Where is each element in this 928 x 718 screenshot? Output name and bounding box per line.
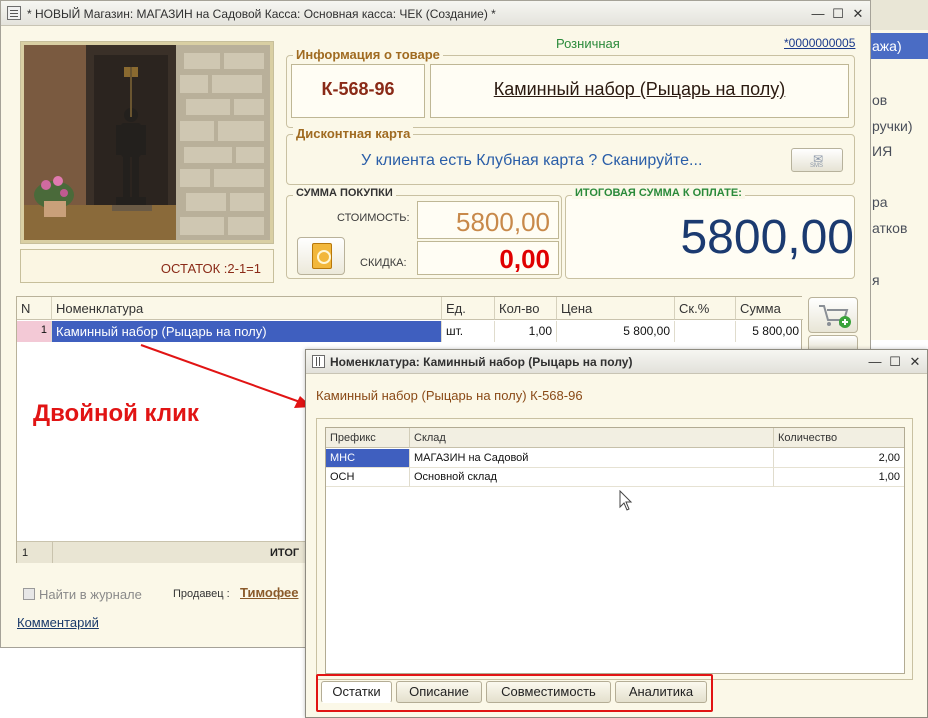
cost-label: СТОИМОСТЬ: bbox=[337, 212, 410, 224]
row-number[interactable]: 1 bbox=[17, 321, 52, 342]
col-header-warehouse[interactable]: Склад bbox=[410, 428, 774, 448]
footer-divider bbox=[52, 542, 53, 563]
background-item[interactable]: ручки) bbox=[872, 118, 913, 134]
discount-card-title: Дисконтная карта bbox=[293, 126, 414, 141]
col-header-price[interactable]: Цена bbox=[557, 297, 675, 320]
col-header-sum[interactable]: Сумма bbox=[736, 297, 803, 320]
row-price[interactable]: 5 800,00 bbox=[557, 321, 675, 342]
minimize-icon[interactable]: — bbox=[866, 353, 884, 370]
title-bar: * НОВЫЙ Магазин: МАГАЗИН на Садовой Касс… bbox=[1, 1, 870, 26]
stock-warehouse[interactable]: Основной склад bbox=[410, 468, 774, 487]
col-header-n[interactable]: N bbox=[17, 297, 52, 320]
knight-photo-image bbox=[24, 45, 270, 240]
close-icon[interactable]: ✕ bbox=[849, 5, 867, 22]
discount-label: СКИДКА: bbox=[360, 257, 407, 269]
cart-secondary-button[interactable] bbox=[808, 335, 858, 349]
seller-name-link[interactable]: Тимофее bbox=[240, 585, 299, 600]
double-click-annotation: Двойной клик bbox=[33, 400, 199, 427]
col-header-qty[interactable]: Кол-во bbox=[495, 297, 557, 320]
price-type: Розничная bbox=[556, 36, 620, 51]
product-info-title: Информация о товаре bbox=[293, 47, 443, 62]
sms-button[interactable]: ✉ SMS bbox=[791, 148, 843, 172]
col-header-unit[interactable]: Ед. bbox=[442, 297, 495, 320]
footer-total-label: ИТОГ bbox=[270, 547, 300, 559]
window-menu-icon[interactable] bbox=[312, 355, 325, 368]
window-title: * НОВЫЙ Магазин: МАГАЗИН на Садовой Касс… bbox=[27, 7, 496, 21]
window-menu-icon[interactable] bbox=[7, 6, 21, 20]
row-sum[interactable]: 5 800,00 bbox=[736, 321, 803, 342]
col-header-prefix[interactable]: Префикс bbox=[326, 428, 410, 448]
add-to-cart-button[interactable] bbox=[808, 297, 858, 333]
footer-count: 1 bbox=[22, 547, 29, 559]
seller-label: Продавец : bbox=[173, 588, 230, 600]
row-unit[interactable]: шт. bbox=[442, 321, 495, 342]
find-in-journal[interactable]: Найти в журнале bbox=[23, 587, 142, 602]
tabs-highlight-frame bbox=[316, 674, 713, 712]
close-icon[interactable]: ✕ bbox=[906, 353, 924, 370]
comment-link[interactable]: Комментарий bbox=[17, 615, 99, 630]
background-item[interactable]: ра bbox=[872, 194, 888, 210]
popup-subtitle: Каминный набор (Рыцарь на полу) К-568-96 bbox=[316, 388, 583, 403]
stock-table[interactable]: Префикс Склад Количество МНС МАГАЗИН на … bbox=[325, 427, 905, 674]
stock-panel: Префикс Склад Количество МНС МАГАЗИН на … bbox=[316, 418, 913, 680]
background-window-header bbox=[870, 0, 928, 30]
minimize-icon[interactable]: — bbox=[809, 5, 827, 22]
stock-quantity[interactable]: 2,00 bbox=[774, 449, 904, 468]
stock-prefix[interactable]: ОСН bbox=[326, 468, 410, 487]
popup-title-bar: Номенклатура: Каминный набор (Рыцарь на … bbox=[306, 350, 927, 374]
background-selected-item[interactable]: ажа) bbox=[870, 33, 928, 59]
col-header-name[interactable]: Номенклатура bbox=[52, 297, 442, 320]
col-header-quantity[interactable]: Количество bbox=[774, 428, 904, 448]
sms-label: SMS bbox=[810, 163, 824, 169]
row-name-selected[interactable]: Каминный набор (Рыцарь на полу) bbox=[52, 321, 442, 342]
mouse-cursor-icon bbox=[619, 490, 633, 511]
nomenclature-window: Номенклатура: Каминный набор (Рыцарь на … bbox=[305, 349, 928, 718]
background-item[interactable]: атков bbox=[872, 220, 907, 236]
stock-balance: ОСТАТОК :2-1=1 bbox=[160, 261, 261, 276]
find-in-journal-label: Найти в журнале bbox=[39, 587, 142, 602]
row-discount[interactable] bbox=[675, 321, 736, 342]
maximize-icon[interactable]: ☐ bbox=[886, 353, 904, 370]
product-name: Каминный набор (Рыцарь на полу) bbox=[430, 64, 849, 118]
col-header-discount[interactable]: Ск.% bbox=[675, 297, 736, 320]
product-photo bbox=[20, 41, 274, 244]
row-qty[interactable]: 1,00 bbox=[495, 321, 557, 342]
journal-icon bbox=[23, 588, 35, 600]
product-code: К-568-96 bbox=[291, 64, 425, 118]
document-number-link[interactable]: *0000000005 bbox=[784, 36, 855, 50]
club-card-prompt[interactable]: У клиента есть Клубная карта ? Сканируйт… bbox=[361, 152, 702, 170]
discount-value: 0,00 bbox=[417, 241, 559, 275]
background-item[interactable]: ИЯ bbox=[872, 143, 892, 159]
purchase-sum-title: СУММА ПОКУПКИ bbox=[293, 187, 396, 199]
maximize-icon[interactable]: ☐ bbox=[829, 5, 847, 22]
background-item[interactable]: ов bbox=[872, 92, 887, 108]
cost-value: 5800,00 bbox=[417, 201, 559, 239]
total-amount: 5800,00 bbox=[680, 211, 854, 264]
background-item[interactable]: я bbox=[872, 272, 880, 288]
total-title: ИТОГОВАЯ СУММА К ОПЛАТЕ: bbox=[572, 187, 745, 199]
stock-warehouse[interactable]: МАГАЗИН на Садовой bbox=[410, 449, 774, 468]
popup-title: Номенклатура: Каминный набор (Рыцарь на … bbox=[330, 355, 633, 369]
cart-add-icon bbox=[819, 305, 851, 328]
coupon-icon bbox=[312, 243, 332, 269]
stock-quantity[interactable]: 1,00 bbox=[774, 468, 904, 487]
coupon-button[interactable] bbox=[297, 237, 345, 275]
stock-prefix-selected[interactable]: МНС bbox=[326, 449, 410, 468]
stock-balance-box: ОСТАТОК :2-1=1 bbox=[20, 249, 274, 283]
